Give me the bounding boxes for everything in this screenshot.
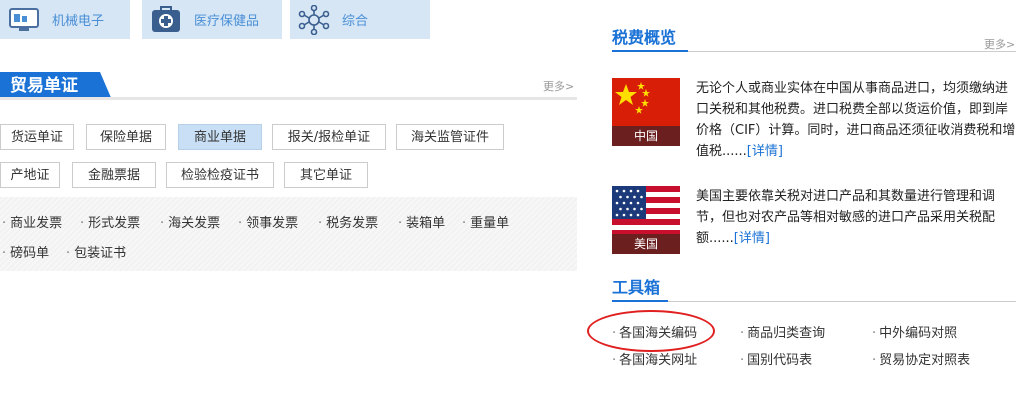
category-tile-general[interactable]: 综合 (290, 0, 430, 39)
divider (612, 301, 1016, 302)
sub-doc-link[interactable]: · 形式发票 (80, 212, 140, 231)
details-link[interactable]: [详情] (734, 231, 770, 246)
sub-doc-link[interactable]: · 领事发票 (238, 212, 298, 231)
sub-doc-link[interactable]: · 海关发票 (160, 212, 220, 231)
tab-other-docs[interactable]: 其它单证 (284, 162, 368, 188)
trade-more-link[interactable]: 更多> (543, 78, 574, 94)
medical-kit-icon (148, 5, 184, 35)
tab-inspection-certificates[interactable]: 检验检疫证书 (166, 162, 274, 188)
divider (612, 300, 668, 302)
monitor-icon (6, 5, 42, 35)
tax-usa-summary: 美国主要依靠关税对进口产品和其数量进行管理和调节，但也对农产品等相对敏感的进口产… (696, 189, 996, 246)
network-icon (296, 4, 332, 35)
divider (612, 50, 688, 52)
tax-china-summary: 无论个人或商业实体在中国从事商品进口，均须缴纳进口关税和其他税费。进口税费全部以… (696, 81, 1016, 159)
tool-link-trade-agreements[interactable]: · 贸易协定对照表 (872, 349, 970, 368)
country-caption: 美国 (612, 234, 680, 254)
tab-commercial-docs[interactable]: 商业单据 (178, 124, 262, 150)
sub-doc-link[interactable]: · 商业发票 (2, 212, 62, 231)
tab-financial-instruments[interactable]: 金融票据 (72, 162, 156, 188)
category-tile-machinery[interactable]: 机械电子 (0, 0, 130, 39)
tab-insurance-docs[interactable]: 保险单据 (86, 124, 166, 150)
tab-certificate-of-origin[interactable]: 产地证 (0, 162, 60, 188)
tab-freight-docs[interactable]: 货运单证 (0, 124, 74, 150)
sub-doc-link[interactable]: · 税务发票 (318, 212, 378, 231)
tool-link-classification-lookup[interactable]: · 商品归类查询 (740, 322, 825, 341)
china-flag-image[interactable]: 中国 (612, 78, 680, 146)
sub-doc-link[interactable]: · 重量单 (462, 212, 509, 231)
tool-link-code-comparison[interactable]: · 中外编码对照 (872, 322, 957, 341)
tax-more-link[interactable]: 更多> (984, 36, 1015, 52)
category-tile-medical[interactable]: 医疗保健品 (142, 0, 282, 39)
divider (0, 97, 577, 100)
details-link[interactable]: [详情] (747, 144, 783, 159)
country-caption: 中国 (612, 126, 680, 146)
usa-flag-image[interactable]: 美国 (612, 186, 680, 254)
sub-doc-link[interactable]: · 磅码单 (2, 242, 49, 261)
sub-doc-link[interactable]: · 装箱单 (398, 212, 445, 231)
category-label: 机械电子 (52, 14, 105, 29)
sub-doc-link[interactable]: · 包装证书 (66, 242, 126, 261)
toolbox-title: 工具箱 (612, 278, 661, 297)
tab-customs-inspection-docs[interactable]: 报关/报检单证 (272, 124, 386, 150)
trade-docs-title: 贸易单证 (0, 72, 112, 100)
tab-customs-permits[interactable]: 海关监管证件 (396, 124, 504, 150)
tax-overview-title: 税费概览 (612, 28, 677, 47)
category-label: 医疗保健品 (194, 14, 260, 29)
tool-link-country-codes[interactable]: · 国别代码表 (740, 349, 812, 368)
highlight-circle (587, 310, 715, 352)
category-label: 综合 (342, 14, 369, 29)
